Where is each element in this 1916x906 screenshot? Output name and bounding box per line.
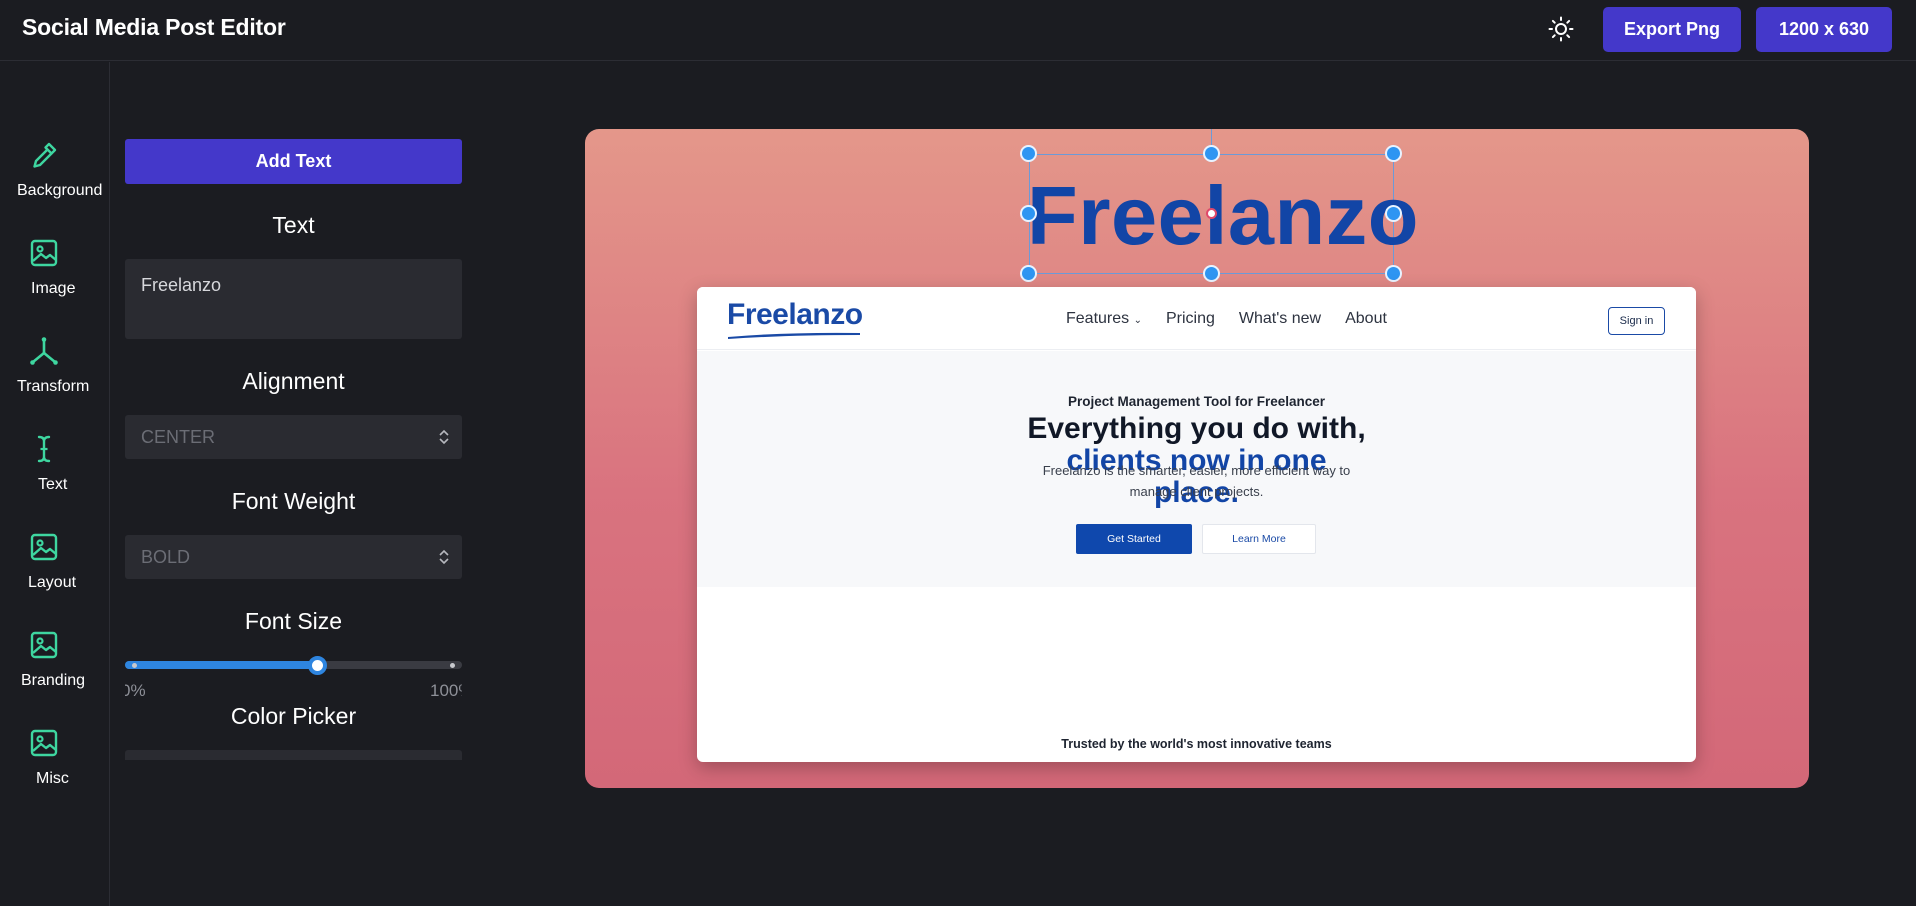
rail-item-branding[interactable]: Branding [0,629,110,709]
screenshot-signin-button: Sign in [1608,307,1665,335]
website-screenshot[interactable]: Freelanzo Features ⌄ Pricing What's new … [697,287,1696,762]
rail-item-transform[interactable]: Transform [0,335,110,415]
resize-handle-bottom-left[interactable] [1020,265,1037,282]
rail-item-misc[interactable]: Misc [0,727,110,807]
slider-max-label: 100% [430,681,462,700]
image-icon [30,533,58,561]
canvas-size-button[interactable]: 1200 x 630 [1756,7,1892,52]
color-picker-input[interactable] [125,750,462,760]
resize-handle-top-left[interactable] [1020,145,1037,162]
rotation-handle[interactable] [1206,208,1217,219]
resize-handle-top-right[interactable] [1385,145,1402,162]
resize-handle-bottom[interactable] [1203,265,1220,282]
font-weight-section-title: Font Weight [231,488,356,514]
resize-handle-right[interactable] [1385,205,1402,222]
rail-item-image[interactable]: Image [0,237,110,317]
top-bar: Social Media Post Editor Export Png 1200… [0,0,1916,61]
rail-label-misc: Misc [36,770,69,787]
alignment-section-title: Alignment [242,368,345,394]
logo-swoosh-icon [728,332,860,339]
nav-link-features: Features ⌄ [1066,310,1142,327]
tool-rail: Background Image Transform Text Layout B… [0,62,110,906]
font-size-slider[interactable] [125,654,462,676]
slider-fill [125,661,318,669]
screenshot-logo: Freelanzo [727,298,863,331]
image-icon [30,631,58,659]
screenshot-navbar: Freelanzo Features ⌄ Pricing What's new … [697,287,1696,350]
nav-link-whats-new: What's new [1238,310,1322,327]
post-canvas[interactable]: Freelanzo Freelanzo Features ⌄ Pricing W… [585,129,1809,788]
font-weight-value: BOLD [141,547,191,567]
rail-item-background[interactable]: Background [0,139,110,219]
hero-subtext: Freelanzo is the smarter, easier, more e… [1042,463,1351,499]
screenshot-nav-links: Features ⌄ Pricing What's new About [1066,310,1387,328]
font-weight-select[interactable]: BOLD [125,535,462,579]
slider-max-dot [450,663,455,668]
text-content-input[interactable]: Freelanzo [125,259,462,339]
rail-label-transform: Transform [17,378,90,395]
rail-label-text: Text [38,476,68,493]
alignment-select[interactable]: CENTER [125,415,462,459]
rail-item-layout[interactable]: Layout [0,531,110,611]
slider-min-dot [132,663,137,668]
transform-icon [30,337,58,365]
hero-get-started-button: Get Started [1076,524,1192,554]
alignment-value: CENTER [141,427,216,447]
rail-item-text[interactable]: Text [0,433,110,513]
hero-headline-line1: Everything you do with, [1027,412,1366,445]
chevron-updown-icon [439,549,449,565]
image-icon [30,239,58,267]
rail-label-layout: Layout [28,574,77,591]
slider-thumb[interactable] [307,656,327,675]
sun-icon [1548,16,1574,42]
rail-label-branding: Branding [21,672,86,689]
rail-label-image: Image [31,280,76,297]
text-section-title: Text [272,212,315,238]
resize-handle-left[interactable] [1020,205,1037,222]
color-picker-section-title: Color Picker [230,703,357,729]
resize-handle-bottom-right[interactable] [1385,265,1402,282]
screenshot-hero: Project Management Tool for Freelancer E… [697,351,1696,587]
export-png-button[interactable]: Export Png [1603,7,1741,52]
nav-link-about: About [1345,310,1387,327]
slider-min-label: 0% [125,681,146,700]
hero-kicker: Project Management Tool for Freelancer [1067,394,1326,409]
eyedropper-icon [33,142,57,168]
hero-learn-more-button: Learn More [1202,524,1316,554]
add-text-button[interactable]: Add Text [125,139,462,184]
screenshot-trusted-text: Trusted by the world's most innovative t… [1061,737,1332,751]
resize-handle-top[interactable] [1203,145,1220,162]
rail-label-background: Background [17,182,103,199]
app-title: Social Media Post Editor [22,14,286,40]
nav-link-pricing: Pricing [1165,310,1215,327]
properties-panel: Add Text Text Freelanzo Alignment CENTER… [125,62,462,760]
text-cursor-icon [37,435,51,463]
theme-toggle-button[interactable] [1546,14,1576,44]
image-icon [30,729,58,757]
font-size-section-title: Font Size [244,608,343,634]
chevron-updown-icon [439,429,449,445]
